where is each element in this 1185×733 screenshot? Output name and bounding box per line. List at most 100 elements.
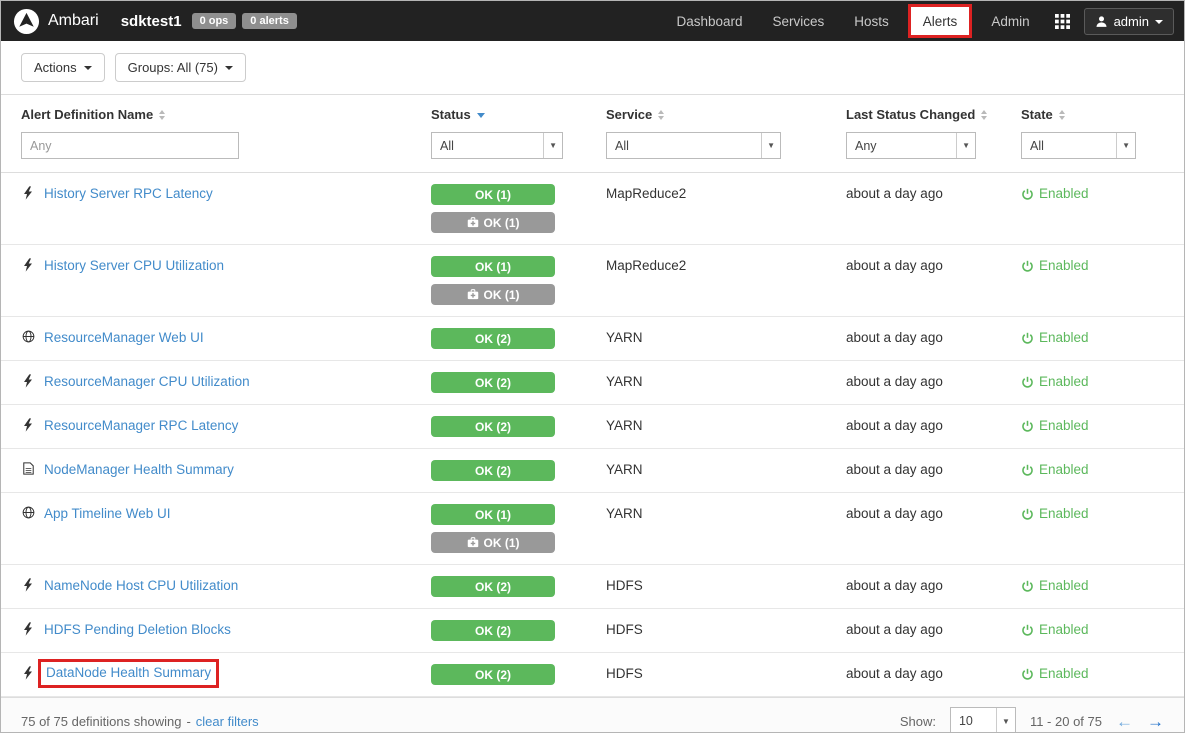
nav-item-dashboard[interactable]: Dashboard [661, 1, 757, 41]
badge-label: OK (1) [483, 287, 520, 302]
alert-name-cell: NodeManager Health Summary [21, 460, 431, 480]
next-page-arrow-icon[interactable]: → [1147, 713, 1164, 730]
service-cell: YARN [606, 374, 643, 389]
alert-definition-link[interactable]: ResourceManager RPC Latency [44, 416, 238, 436]
badge-label: OK (2) [475, 463, 511, 478]
power-icon [1021, 188, 1034, 201]
alert-name-cell: ResourceManager RPC Latency [21, 416, 431, 436]
column-header-alert-definition-name[interactable]: Alert Definition Name [21, 107, 431, 122]
ambari-logo-icon[interactable] [13, 8, 40, 35]
status-ok-badge[interactable]: OK (2) [431, 416, 555, 437]
column-header-state[interactable]: State [1021, 107, 1164, 122]
clear-filters-link[interactable]: clear filters [196, 714, 259, 729]
state-cell: Enabled [1021, 184, 1164, 204]
state-cell: Enabled [1021, 664, 1164, 684]
state-cell: Enabled [1021, 256, 1164, 276]
last-changed-filter-select[interactable]: Any ▼ [846, 132, 976, 159]
nav-item-services[interactable]: Services [758, 1, 840, 41]
alert-name-cell: History Server CPU Utilization [21, 256, 431, 276]
last-status-changed-cell: about a day ago [846, 374, 943, 389]
column-header-service[interactable]: Service [606, 107, 846, 122]
groups-filter-button[interactable]: Groups: All (75) [114, 53, 246, 82]
bolt-icon [21, 666, 35, 680]
sort-icon [1058, 109, 1065, 120]
alert-definition-link[interactable]: NameNode Host CPU Utilization [44, 576, 238, 596]
status-ok-badge[interactable]: OK (1) [431, 256, 555, 277]
select-arrow-icon: ▼ [761, 133, 780, 158]
actions-button[interactable]: Actions [21, 53, 105, 82]
column-header-status[interactable]: Status [431, 107, 606, 122]
status-filter-value: All [440, 138, 454, 153]
brand-title[interactable]: Ambari [48, 12, 99, 30]
power-icon [1021, 464, 1034, 477]
globe-icon [21, 506, 35, 519]
badge-label: OK (2) [475, 667, 511, 682]
status-ok-badge[interactable]: OK (1) [431, 184, 555, 205]
state-label: Enabled [1039, 186, 1089, 201]
alert-definition-link[interactable]: HDFS Pending Deletion Blocks [44, 620, 231, 640]
status-maintenance-badge[interactable]: OK (1) [431, 532, 555, 553]
alert-definition-link[interactable]: ResourceManager CPU Utilization [44, 372, 250, 392]
status-ok-badge[interactable]: OK (2) [431, 620, 555, 641]
service-cell: MapReduce2 [606, 258, 687, 273]
chevron-down-icon [224, 66, 233, 70]
ops-count-badge[interactable]: 0 ops [191, 13, 237, 29]
state-filter-select[interactable]: All ▼ [1021, 132, 1136, 159]
service-filter-select[interactable]: All ▼ [606, 132, 781, 159]
alert-definition-link[interactable]: NodeManager Health Summary [44, 460, 234, 480]
service-cell: YARN [606, 462, 643, 477]
groups-button-label: Groups: All (75) [127, 60, 218, 75]
bolt-icon [21, 186, 35, 200]
page-size-value: 10 [958, 714, 973, 728]
alert-definition-link[interactable]: History Server CPU Utilization [44, 256, 224, 276]
status-filter-select[interactable]: All ▼ [431, 132, 563, 159]
status-ok-badge[interactable]: OK (2) [431, 460, 555, 481]
alert-definition-link[interactable]: History Server RPC Latency [44, 184, 213, 204]
alert-definition-link[interactable]: ResourceManager Web UI [44, 328, 204, 348]
sort-icon [981, 109, 988, 120]
user-menu-button[interactable]: admin [1083, 7, 1174, 35]
bolt-icon [21, 258, 35, 272]
alert-name-cell: HDFS Pending Deletion Blocks [21, 620, 431, 640]
table-row: ResourceManager CPU Utilization OK (2) Y… [1, 361, 1184, 405]
alert-definition-link[interactable]: DataNode Health Summary [38, 659, 220, 688]
alert-definition-link[interactable]: App Timeline Web UI [44, 504, 171, 524]
badge-label: OK (2) [475, 419, 511, 434]
table-row: HDFS Pending Deletion Blocks OK (2) HDFS… [1, 609, 1184, 653]
status-ok-badge[interactable]: OK (2) [431, 328, 555, 349]
nav-item-alerts[interactable]: Alerts [907, 4, 973, 38]
alerts-count-badge[interactable]: 0 alerts [242, 13, 297, 29]
power-icon [1021, 420, 1034, 433]
status-ok-badge[interactable]: OK (1) [431, 504, 555, 525]
last-status-changed-cell: about a day ago [846, 330, 943, 345]
ambari-alerts-page: Ambari sdktest1 0 ops 0 alerts Dashboard… [0, 0, 1185, 733]
page-size-select[interactable]: 10 ▼ [949, 707, 1016, 732]
column-label: Alert Definition Name [21, 107, 154, 122]
bolt-icon [21, 622, 35, 636]
table-row: DataNode Health Summary OK (2) HDFS abou… [1, 653, 1184, 697]
alert-name-cell: NameNode Host CPU Utilization [21, 576, 431, 596]
chevron-down-icon [83, 66, 92, 70]
state-label: Enabled [1039, 418, 1089, 433]
last-status-changed-cell: about a day ago [846, 578, 943, 593]
name-filter-input[interactable] [21, 132, 239, 159]
select-arrow-icon: ▼ [996, 708, 1015, 732]
nav-item-admin[interactable]: Admin [976, 1, 1044, 41]
status-ok-badge[interactable]: OK (2) [431, 576, 555, 597]
views-grid-icon[interactable] [1054, 13, 1070, 29]
badge-label: OK (2) [475, 579, 511, 594]
previous-page-arrow-icon[interactable]: ← [1116, 713, 1133, 730]
bolt-icon [21, 418, 35, 432]
badge-label: OK (2) [475, 623, 511, 638]
status-ok-badge[interactable]: OK (2) [431, 664, 555, 685]
status-maintenance-badge[interactable]: OK (1) [431, 212, 555, 233]
status-ok-badge[interactable]: OK (2) [431, 372, 555, 393]
nav-item-hosts[interactable]: Hosts [839, 1, 904, 41]
status-maintenance-badge[interactable]: OK (1) [431, 284, 555, 305]
state-cell: Enabled [1021, 328, 1164, 348]
badge-label: OK (1) [475, 507, 511, 522]
status-cell: OK (2) [431, 372, 606, 393]
table-row: History Server RPC Latency OK (1) OK (1) … [1, 173, 1184, 245]
maintenance-icon [467, 537, 479, 548]
column-header-last-status-changed[interactable]: Last Status Changed [846, 107, 1021, 122]
